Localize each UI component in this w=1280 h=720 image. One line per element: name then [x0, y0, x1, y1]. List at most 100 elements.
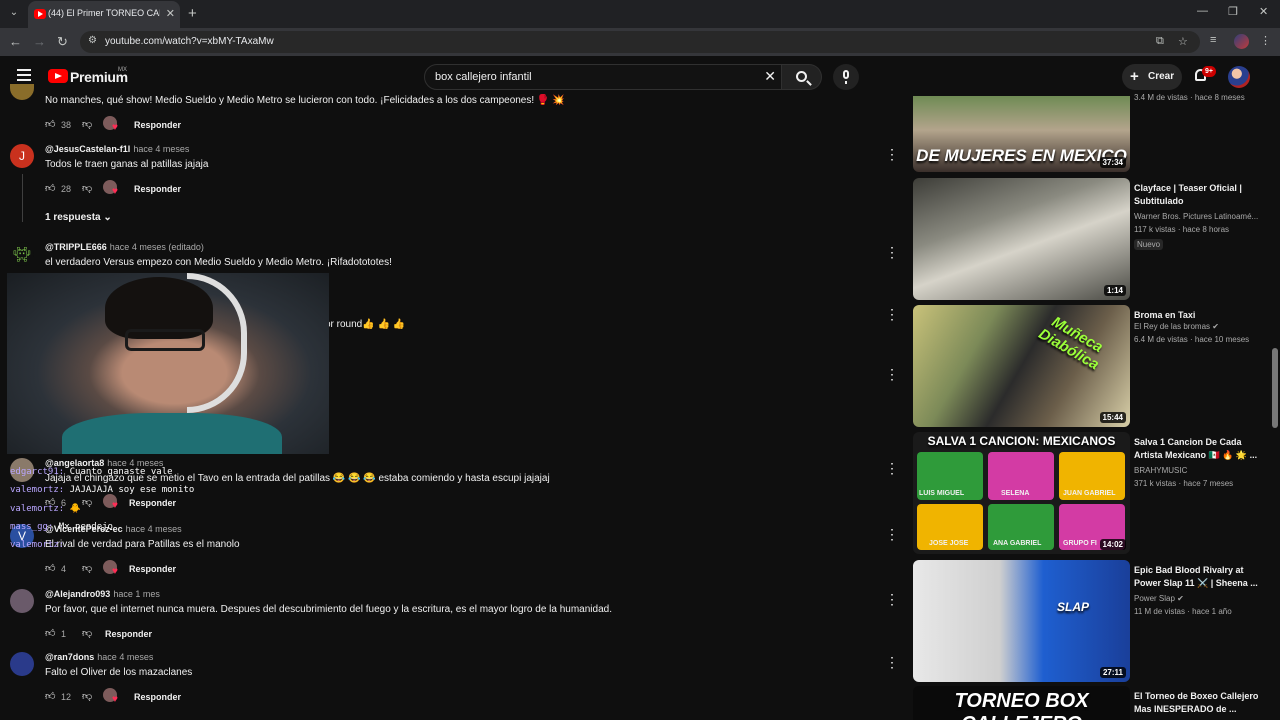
reply-button[interactable]: Responder	[134, 120, 181, 130]
comment-menu-icon[interactable]: ⋮	[885, 460, 899, 477]
like-icon[interactable]: 👍︎	[45, 562, 55, 574]
new-tab-icon[interactable]: +	[188, 5, 197, 22]
back-icon[interactable]: ←	[9, 34, 22, 49]
like-count: 38	[61, 120, 72, 130]
dislike-icon[interactable]: 👎︎	[82, 496, 92, 508]
comment-text: Falto el Oliver de los mazaclanes	[45, 667, 193, 678]
address-bar[interactable]: ⚙ youtube.com/watch?v=xbMY-TAxaMw ⧉ ☆	[80, 31, 1200, 53]
comment-menu-icon[interactable]: ⋮	[885, 591, 899, 608]
avatar[interactable]: 👾︎	[10, 242, 34, 266]
chat-message: valemortz:	[10, 540, 64, 550]
comment-meta: @TRIPPLE666 hace 4 meses (editado)	[45, 242, 204, 252]
reply-button[interactable]: Responder	[129, 498, 176, 508]
comment-menu-icon[interactable]: ⋮	[885, 306, 899, 323]
like-icon[interactable]: 👍︎	[45, 690, 55, 702]
avatar[interactable]: J	[10, 144, 34, 168]
search-icon	[796, 71, 807, 82]
create-button[interactable]: + Crear	[1122, 64, 1182, 90]
video-thumbnail[interactable]: Muñeca Diabólica 15:44	[913, 305, 1130, 427]
video-thumbnail[interactable]: SLAP 27:11	[913, 560, 1130, 682]
bookmark-star-icon[interactable]: ☆	[1178, 35, 1188, 48]
forward-icon[interactable]: →	[33, 34, 46, 49]
reload-icon[interactable]: ↻	[57, 34, 68, 50]
reply-button[interactable]: Responder	[129, 564, 176, 574]
related-video[interactable]: DE MUJERES EN MEXICO 37:34 3.4 M de vist…	[913, 93, 1273, 172]
comment-author[interactable]: @Alejandro093	[45, 589, 110, 599]
video-title[interactable]: Broma en Taxi	[1134, 309, 1264, 322]
like-icon[interactable]: 👍︎	[45, 118, 55, 130]
browser-menu-icon[interactable]: ⋮	[1260, 34, 1271, 47]
video-stats: 371 k vistas · hace 7 meses	[1134, 479, 1234, 488]
browser-tabbar: ⌄ (44) El Primer TORNEO CALLEJERO ✕ + — …	[0, 0, 1280, 28]
comment-time[interactable]: hace 4 meses	[133, 144, 189, 154]
related-video[interactable]: SALVA 1 CANCION: MEXICANOS LUIS MIGUEL S…	[913, 432, 1273, 554]
video-title[interactable]: Clayface | Teaser Oficial | Subtitulado	[1134, 182, 1264, 208]
site-info-icon[interactable]: ⚙	[88, 35, 97, 46]
related-video[interactable]: 1:14 Clayface | Teaser Oficial | Subtitu…	[913, 178, 1273, 300]
video-thumbnail[interactable]: DE MUJERES EN MEXICO 37:34	[913, 96, 1130, 172]
comment-menu-icon[interactable]: ⋮	[885, 526, 899, 543]
reading-list-icon[interactable]: ≡	[1210, 34, 1216, 46]
related-video[interactable]: TORNEO BOX CALLEJERO El Torneo de Boxeo …	[913, 686, 1273, 720]
channel-name[interactable]: El Rey de las bromas ✔	[1134, 322, 1264, 331]
like-count: 4	[61, 564, 67, 574]
minimize-icon[interactable]: —	[1197, 5, 1208, 17]
video-title[interactable]: El Torneo de Boxeo Callejero Mas INESPER…	[1134, 690, 1264, 716]
comment-time[interactable]: hace 4 meses	[97, 652, 153, 662]
like-icon[interactable]: 👍︎	[45, 182, 55, 194]
thumbnail-caption: Muñeca Diabólica	[1035, 313, 1106, 374]
video-thumbnail[interactable]: TORNEO BOX CALLEJERO	[913, 686, 1130, 720]
dislike-icon[interactable]: 👎︎	[82, 118, 92, 130]
comment-menu-icon[interactable]: ⋮	[885, 146, 899, 163]
thumbnail-label: GRUPO FI	[1063, 540, 1097, 547]
restore-icon[interactable]: ❐	[1228, 5, 1238, 18]
dislike-icon[interactable]: 👎︎	[82, 562, 92, 574]
channel-name[interactable]: Warner Bros. Pictures Latinoamé...	[1134, 212, 1264, 221]
guide-menu-icon[interactable]	[17, 69, 31, 81]
reply-button[interactable]: Responder	[134, 184, 181, 194]
video-title[interactable]: Epic Bad Blood Rivalry at Power Slap 11 …	[1134, 564, 1264, 590]
clear-search-icon[interactable]: ✕	[764, 68, 776, 85]
thread-line	[22, 174, 23, 222]
heart-icon: ♥	[112, 566, 118, 577]
tab-search-icon[interactable]: ⌄	[5, 4, 23, 22]
tab-close-icon[interactable]: ✕	[166, 7, 175, 20]
comment-menu-icon[interactable]: ⋮	[885, 366, 899, 383]
like-icon[interactable]: 👍︎	[45, 627, 55, 639]
account-avatar[interactable]	[1228, 66, 1250, 88]
video-thumbnail[interactable]: SALVA 1 CANCION: MEXICANOS LUIS MIGUEL S…	[913, 432, 1130, 554]
dislike-icon[interactable]: 👎︎	[82, 182, 92, 194]
comment-menu-icon[interactable]: ⋮	[885, 244, 899, 261]
install-app-icon[interactable]: ⧉	[1156, 35, 1164, 48]
avatar[interactable]	[10, 652, 34, 676]
window-close-icon[interactable]: ✕	[1259, 5, 1268, 18]
like-count: 12	[61, 692, 72, 702]
plus-icon: +	[1130, 68, 1139, 85]
related-video[interactable]: Muñeca Diabólica 15:44 Broma en Taxi El …	[913, 305, 1273, 427]
video-thumbnail[interactable]: 1:14	[913, 178, 1130, 300]
channel-name[interactable]: Power Slap ✔	[1134, 594, 1264, 603]
youtube-logo-icon[interactable]	[48, 69, 68, 83]
reply-button[interactable]: Responder	[134, 692, 181, 702]
video-title[interactable]: Salva 1 Cancion De Cada Artista Mexicano…	[1134, 436, 1264, 462]
comment-time[interactable]: hace 4 meses	[126, 524, 182, 534]
comment-author[interactable]: @ran7dons	[45, 652, 94, 662]
browser-tab[interactable]: (44) El Primer TORNEO CALLEJERO ✕	[28, 1, 180, 28]
comment-time[interactable]: hace 1 mes	[113, 589, 160, 599]
comment-time[interactable]: hace 4 meses (editado)	[110, 242, 204, 252]
chat-user: valemortz:	[10, 540, 65, 550]
avatar[interactable]	[10, 589, 34, 613]
avatar[interactable]	[10, 84, 34, 100]
browser-profile-avatar[interactable]	[1234, 34, 1249, 49]
thumbnail-label: ANA GABRIEL	[993, 540, 1042, 547]
related-video[interactable]: SLAP 27:11 Epic Bad Blood Rivalry at Pow…	[913, 560, 1273, 682]
comment-author[interactable]: @TRIPPLE666	[45, 242, 107, 252]
comment-menu-icon[interactable]: ⋮	[885, 654, 899, 671]
channel-name[interactable]: BRAHYMUSIC	[1134, 466, 1264, 475]
scrollbar-thumb[interactable]	[1272, 348, 1278, 428]
view-replies-button[interactable]: 1 respuesta ⌄	[45, 212, 112, 223]
comment-author[interactable]: @JesusCastelan-f1l	[45, 144, 130, 154]
dislike-icon[interactable]: 👎︎	[82, 690, 92, 702]
reply-button[interactable]: Responder	[105, 629, 152, 639]
dislike-icon[interactable]: 👎︎	[82, 627, 92, 639]
